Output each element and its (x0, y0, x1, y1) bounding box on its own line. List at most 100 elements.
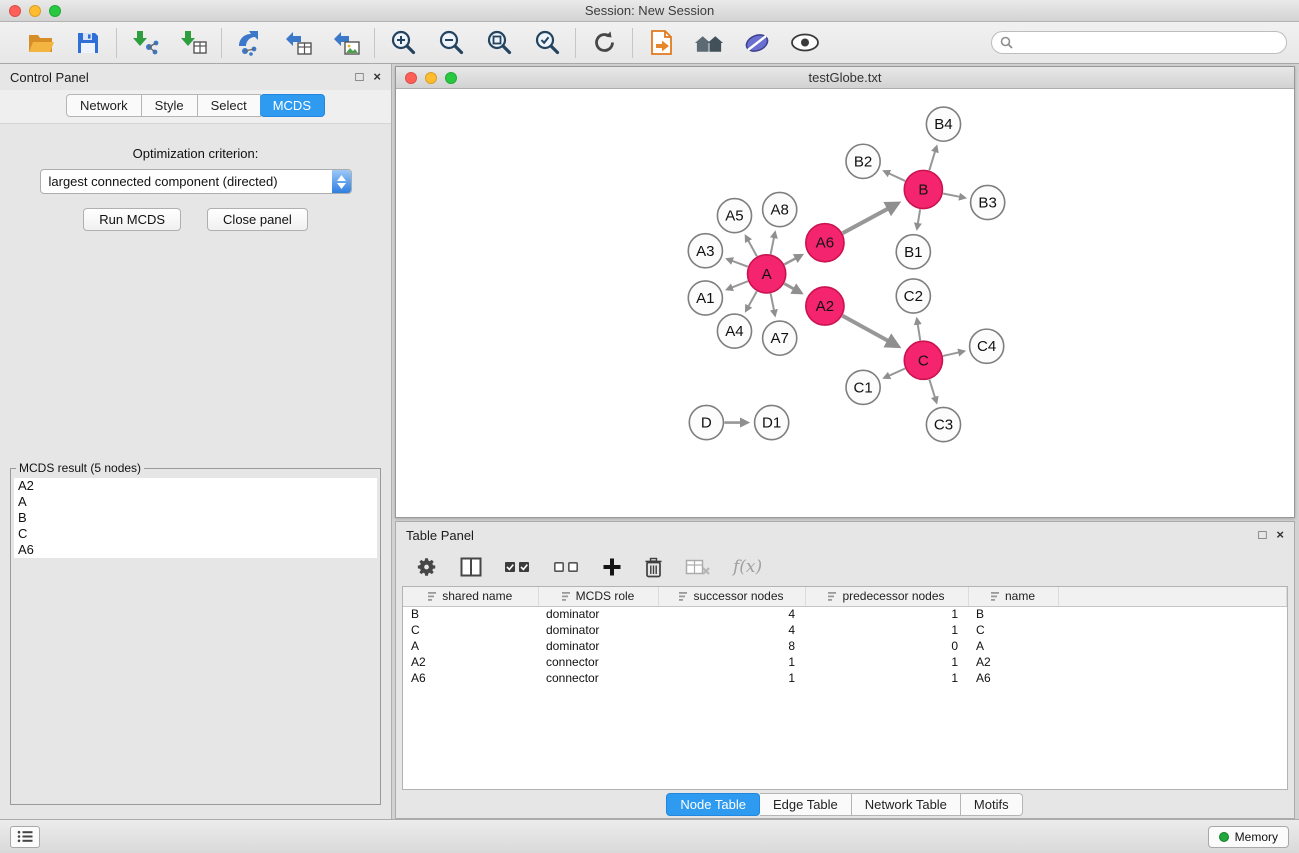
table-cell[interactable]: dominator (538, 622, 658, 638)
column-header-predecessor-nodes[interactable]: predecessor nodes (805, 587, 968, 606)
graph-node-A8[interactable]: A8 (763, 192, 797, 226)
home-button[interactable] (693, 27, 725, 59)
result-item[interactable]: A6 (14, 542, 377, 558)
graph-node-D1[interactable]: D1 (755, 405, 789, 439)
minimize-window-button[interactable] (29, 5, 41, 17)
add-column-button[interactable] (602, 557, 622, 577)
graph-edge-A-A5[interactable] (746, 236, 757, 256)
export-network-button[interactable] (234, 27, 266, 59)
graph-edge-A-A1[interactable] (727, 281, 748, 289)
table-row[interactable]: A2connector11A2 (403, 654, 1287, 670)
close-panel-button[interactable]: Close panel (207, 208, 308, 231)
graph-node-A1[interactable]: A1 (688, 281, 722, 315)
run-mcds-button[interactable]: Run MCDS (83, 208, 181, 231)
table-cell[interactable]: C (968, 622, 1058, 638)
graph-edge-A-A7[interactable] (771, 294, 775, 316)
graph-edge-C-C3[interactable] (929, 379, 936, 402)
graph-edge-A2-C[interactable] (842, 316, 897, 346)
table-cell[interactable]: dominator (538, 638, 658, 654)
graph-edge-A-A4[interactable] (746, 291, 757, 310)
hide-annotations-button[interactable] (741, 27, 773, 59)
tab-network[interactable]: Network (66, 94, 142, 117)
result-item[interactable]: A2 (14, 478, 377, 494)
table-cell[interactable]: dominator (538, 606, 658, 622)
apply-layout-button[interactable] (588, 27, 620, 59)
tab-select[interactable]: Select (198, 94, 261, 117)
graph-edge-C-C2[interactable] (917, 319, 920, 340)
graph-node-C2[interactable]: C2 (896, 279, 930, 313)
close-panel-icon[interactable]: × (373, 70, 381, 84)
column-header-name[interactable]: name (968, 587, 1058, 606)
graph-node-C1[interactable]: C1 (846, 370, 880, 404)
table-cell[interactable]: B (403, 606, 538, 622)
function-builder-button[interactable]: f(x) (733, 557, 762, 577)
graph-node-B3[interactable]: B3 (971, 185, 1005, 219)
search-input[interactable] (1018, 36, 1278, 50)
tab-style[interactable]: Style (142, 94, 198, 117)
graph-edge-C-C4[interactable] (943, 351, 964, 356)
table-cell[interactable]: 4 (658, 622, 805, 638)
memory-button[interactable]: Memory (1208, 826, 1289, 848)
graph-edge-A-A6[interactable] (784, 255, 801, 264)
graph-edge-B-B3[interactable] (943, 193, 965, 197)
show-column-button[interactable] (460, 557, 482, 577)
graph-node-A4[interactable]: A4 (717, 314, 751, 348)
graph-edge-B-B2[interactable] (884, 171, 905, 181)
graph-node-B4[interactable]: B4 (926, 107, 960, 141)
delete-table-button[interactable] (685, 558, 711, 576)
graph-node-C[interactable]: C (904, 341, 942, 379)
zoom-out-button[interactable] (435, 27, 467, 59)
graph-node-A[interactable]: A (748, 255, 786, 293)
result-item[interactable]: C (14, 526, 377, 542)
graph-node-A2[interactable]: A2 (806, 287, 844, 325)
open-file-button[interactable] (24, 27, 56, 59)
tab-mcds[interactable]: MCDS (260, 94, 325, 117)
table-row[interactable]: Adominator80A (403, 638, 1287, 654)
table-cell[interactable]: 0 (805, 638, 968, 654)
graph-node-C4[interactable]: C4 (970, 329, 1004, 363)
open-recent-button[interactable] (645, 27, 677, 59)
table-cell[interactable]: 1 (805, 606, 968, 622)
graph-edge-A-A8[interactable] (771, 233, 775, 255)
table-cell[interactable]: 1 (658, 670, 805, 686)
table-float-panel-icon[interactable]: □ (1259, 528, 1267, 542)
table-cell[interactable]: 1 (805, 670, 968, 686)
optimization-criterion-dropdown[interactable]: largest connected component (directed) (40, 169, 352, 194)
zoom-window-button[interactable] (49, 5, 61, 17)
table-cell[interactable]: B (968, 606, 1058, 622)
column-header-MCDS-role[interactable]: MCDS role (538, 587, 658, 606)
graph-edge-B-B4[interactable] (929, 147, 936, 171)
import-network-button[interactable] (129, 27, 161, 59)
zoom-selected-button[interactable] (531, 27, 563, 59)
table-cell[interactable]: 1 (805, 622, 968, 638)
table-cell[interactable]: A6 (968, 670, 1058, 686)
tab-network-table[interactable]: Network Table (852, 793, 961, 816)
network-zoom-button[interactable] (445, 72, 457, 84)
graph-node-C3[interactable]: C3 (926, 407, 960, 441)
graph-edge-A6-B[interactable] (843, 204, 897, 233)
table-cell[interactable]: C (403, 622, 538, 638)
graph-node-A7[interactable]: A7 (763, 321, 797, 355)
table-cell[interactable]: 4 (658, 606, 805, 622)
select-all-button[interactable] (504, 559, 531, 575)
import-table-button[interactable] (177, 27, 209, 59)
zoom-in-button[interactable] (387, 27, 419, 59)
table-row[interactable]: A6connector11A6 (403, 670, 1287, 686)
table-cell[interactable]: A2 (403, 654, 538, 670)
graph-node-A3[interactable]: A3 (688, 234, 722, 268)
task-history-button[interactable] (10, 826, 40, 848)
float-panel-icon[interactable]: □ (356, 70, 364, 84)
table-settings-button[interactable] (416, 556, 438, 578)
table-cell[interactable]: A6 (403, 670, 538, 686)
search-field[interactable] (991, 31, 1287, 54)
column-header-successor-nodes[interactable]: successor nodes (658, 587, 805, 606)
graph-node-B2[interactable]: B2 (846, 144, 880, 178)
column-header-shared-name[interactable]: shared name (403, 587, 538, 606)
node-table-container[interactable]: shared nameMCDS rolesuccessor nodesprede… (402, 586, 1288, 790)
table-cell[interactable]: connector (538, 654, 658, 670)
save-session-button[interactable] (72, 27, 104, 59)
graph-node-B[interactable]: B (904, 170, 942, 208)
show-view-button[interactable] (789, 27, 821, 59)
table-cell[interactable]: 8 (658, 638, 805, 654)
graph-edge-A-A2[interactable] (784, 284, 800, 293)
